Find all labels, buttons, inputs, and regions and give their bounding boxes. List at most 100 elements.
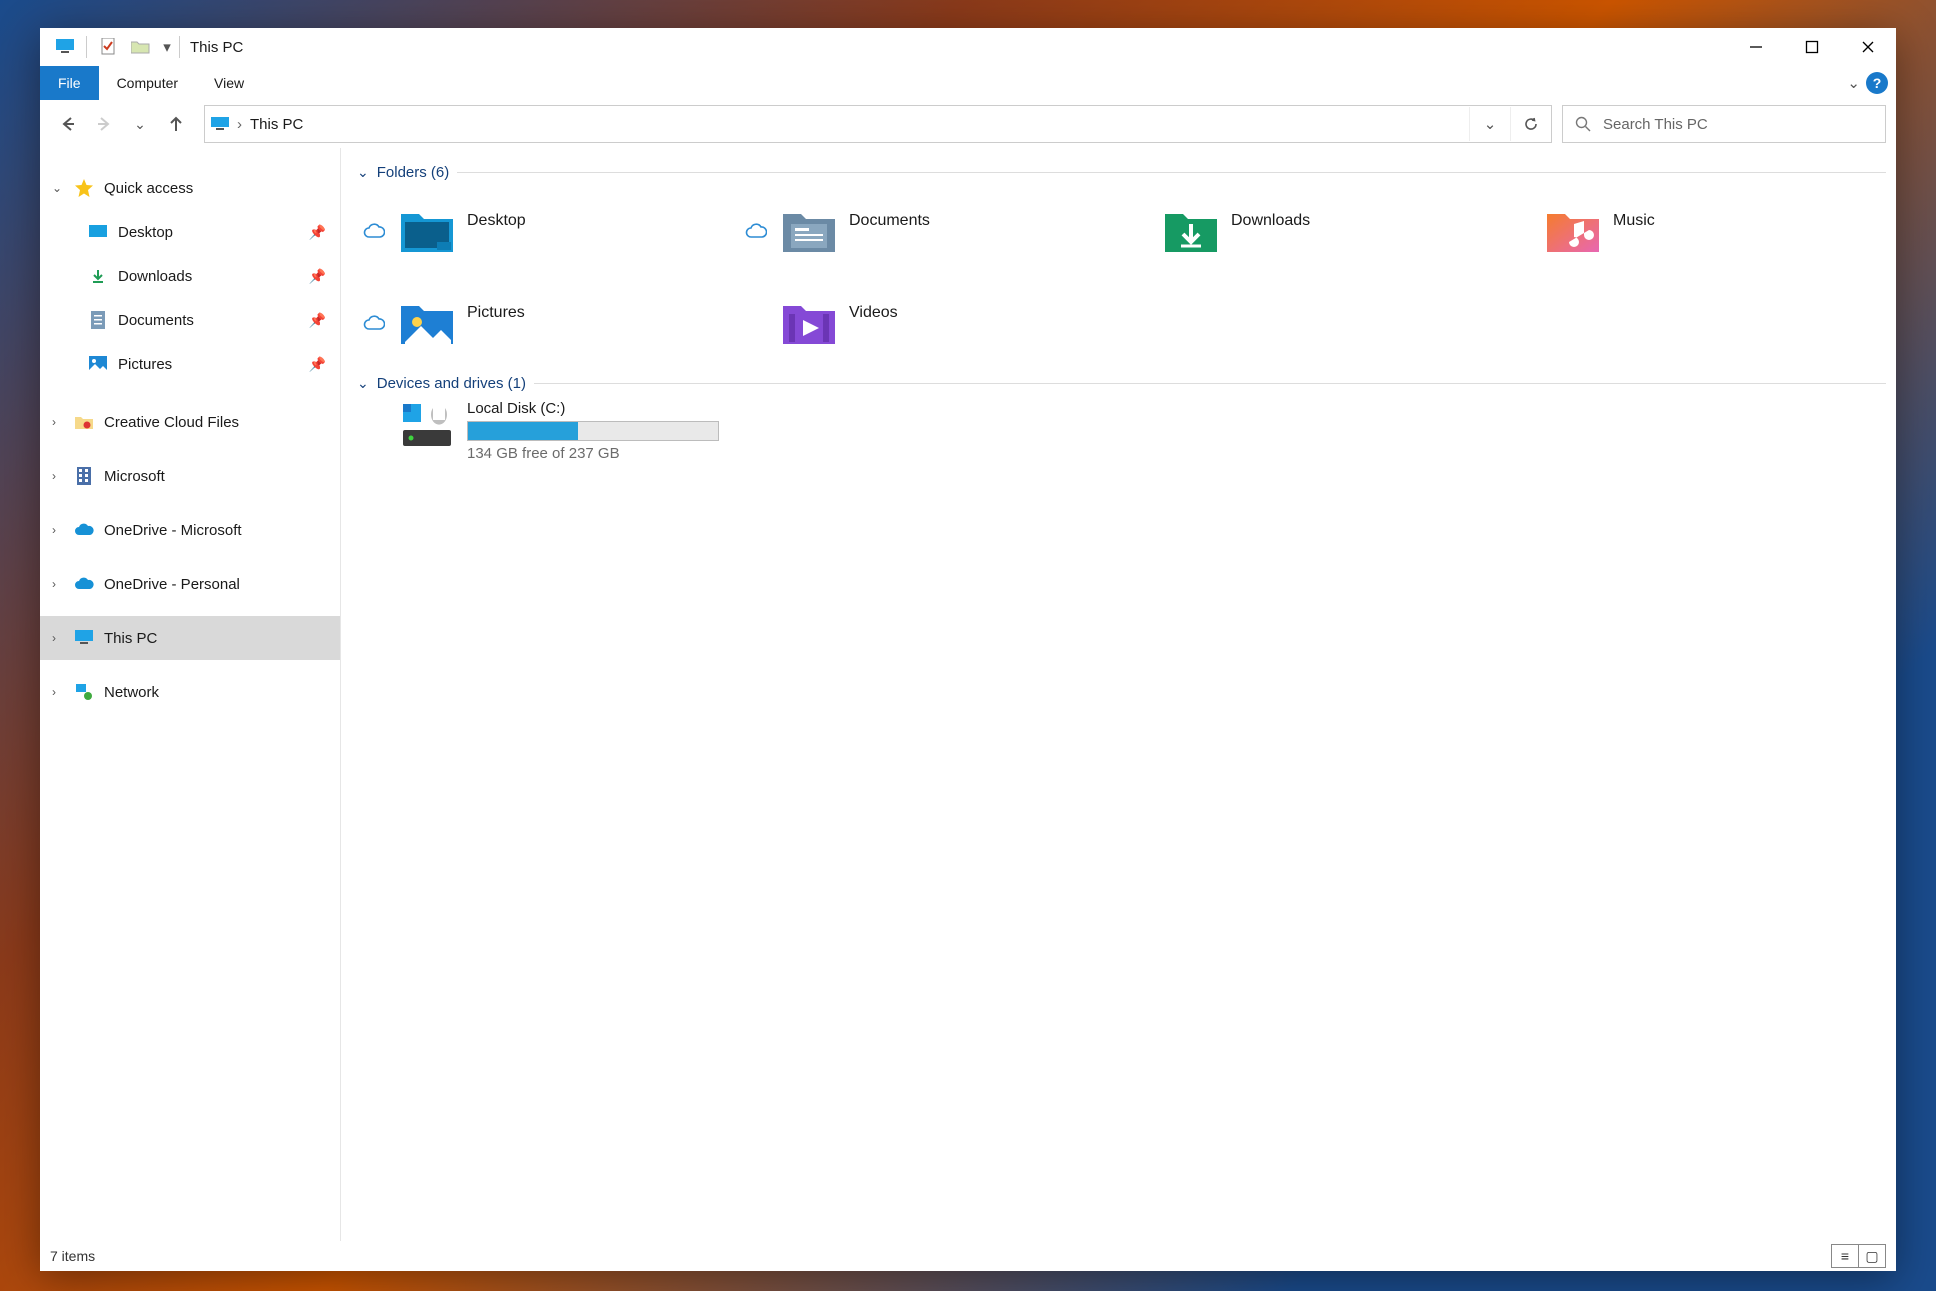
pin-icon[interactable]: 📌 (309, 268, 326, 285)
search-placeholder: Search This PC (1603, 116, 1708, 133)
picture-icon (88, 354, 108, 374)
videos-folder-icon (779, 293, 839, 353)
sidebar-item-documents[interactable]: Documents 📌 (40, 298, 340, 342)
chevron-down-icon[interactable]: ⌄ (357, 375, 369, 392)
address-bar[interactable]: › This PC ⌄ (204, 105, 1552, 143)
ribbon-collapse-icon[interactable]: ⌄ (1847, 74, 1860, 92)
tile-label: Desktop (467, 212, 526, 250)
close-button[interactable] (1840, 28, 1896, 66)
drive-usage-fill (468, 422, 578, 440)
chevron-right-icon[interactable]: › (52, 631, 68, 645)
group-header-label: Folders (6) (377, 164, 450, 181)
tile-pictures[interactable]: Pictures (357, 277, 739, 369)
view-details-button[interactable]: ≡ (1831, 1244, 1859, 1268)
sidebar-item-label: This PC (104, 630, 340, 647)
pin-icon[interactable]: 📌 (309, 224, 326, 241)
content-pane: ⌄ Folders (6) Desktop Documents (341, 148, 1896, 1241)
chevron-right-icon[interactable]: › (52, 523, 68, 537)
downloads-folder-icon (1161, 201, 1221, 261)
tab-file[interactable]: File (40, 66, 99, 100)
refresh-button[interactable] (1510, 107, 1551, 141)
chevron-down-icon[interactable]: ⌄ (357, 164, 369, 181)
sidebar-item-label: Creative Cloud Files (104, 414, 340, 431)
nav-back-button[interactable] (56, 112, 80, 136)
sidebar-item-label: OneDrive - Personal (104, 576, 340, 593)
separator (179, 36, 180, 58)
tile-documents[interactable]: Documents (739, 185, 1121, 277)
monitor-icon (74, 628, 94, 648)
breadcrumb-separator[interactable]: › (237, 116, 242, 133)
sidebar-item-label: Microsoft (104, 468, 340, 485)
folder-tiles: Desktop Documents Downloads (357, 185, 1886, 369)
minimize-button[interactable] (1728, 28, 1784, 66)
tile-local-disk[interactable]: Local Disk (C:) 134 GB free of 237 GB (357, 396, 783, 466)
documents-folder-icon (779, 201, 839, 261)
properties-icon[interactable] (91, 38, 125, 56)
tile-label: Downloads (1231, 212, 1310, 250)
star-icon (74, 178, 94, 198)
view-toggle: ≡ ▢ (1832, 1244, 1886, 1268)
document-icon (88, 310, 108, 330)
desktop-icon (88, 222, 108, 242)
tile-label: Videos (849, 304, 898, 342)
tile-videos[interactable]: Videos (739, 277, 1121, 369)
drive-usage-bar (467, 421, 719, 441)
tile-desktop[interactable]: Desktop (357, 185, 739, 277)
pin-icon[interactable]: 📌 (309, 312, 326, 329)
chevron-right-icon[interactable]: › (52, 469, 68, 483)
nav-forward-button[interactable] (92, 112, 116, 136)
sidebar-item-label: Pictures (118, 356, 303, 373)
sidebar-item-network[interactable]: › Network (40, 670, 340, 714)
maximize-button[interactable] (1784, 28, 1840, 66)
cloud-icon (74, 520, 94, 540)
chevron-right-icon[interactable]: › (52, 577, 68, 591)
help-icon[interactable]: ? (1866, 72, 1888, 94)
drive-label: Local Disk (C:) (467, 400, 719, 417)
sidebar-item-label: Desktop (118, 224, 303, 241)
title-bar: ▾ This PC (40, 28, 1896, 66)
sidebar-item-label: Documents (118, 312, 303, 329)
tab-view[interactable]: View (196, 66, 262, 100)
address-dropdown-icon[interactable]: ⌄ (1469, 107, 1510, 141)
chevron-right-icon[interactable]: › (52, 685, 68, 699)
tile-downloads[interactable]: Downloads (1121, 185, 1503, 277)
cloud-sync-icon (745, 223, 769, 239)
nav-pane: ⌄ Quick access Desktop 📌 Downloads 📌 Doc… (40, 148, 341, 1241)
group-header-folders[interactable]: ⌄ Folders (6) (357, 164, 1886, 181)
nav-history-dropdown[interactable]: ⌄ (128, 112, 152, 136)
pictures-folder-icon (397, 293, 457, 353)
drive-free-text: 134 GB free of 237 GB (467, 445, 719, 462)
explorer-window: ▾ This PC File Computer View ⌄ ? ⌄ › T (40, 28, 1896, 1271)
tile-music[interactable]: Music (1503, 185, 1885, 277)
sidebar-item-label: Downloads (118, 268, 303, 285)
building-icon (74, 466, 94, 486)
folder-dropdown-icon[interactable] (125, 39, 159, 55)
tab-computer[interactable]: Computer (99, 66, 196, 100)
chevron-right-icon[interactable]: › (52, 415, 68, 429)
nav-up-button[interactable] (164, 112, 188, 136)
view-large-button[interactable]: ▢ (1858, 1244, 1886, 1268)
cloud-icon (74, 574, 94, 594)
qat-dropdown-icon[interactable]: ▾ (159, 38, 175, 56)
sidebar-item-creative-cloud[interactable]: › Creative Cloud Files (40, 400, 340, 444)
tile-label: Music (1613, 212, 1655, 250)
sidebar-item-quick-access[interactable]: ⌄ Quick access (40, 166, 340, 210)
tile-label: Documents (849, 212, 930, 250)
sidebar-item-this-pc[interactable]: › This PC (40, 616, 340, 660)
sidebar-item-label: Network (104, 684, 340, 701)
pin-icon[interactable]: 📌 (309, 356, 326, 373)
sidebar-item-onedrive-personal[interactable]: › OneDrive - Personal (40, 562, 340, 606)
sidebar-item-pictures[interactable]: Pictures 📌 (40, 342, 340, 386)
monitor-icon (48, 39, 82, 55)
chevron-down-icon[interactable]: ⌄ (52, 181, 68, 195)
search-box[interactable]: Search This PC (1562, 105, 1886, 143)
cloud-sync-icon (363, 223, 387, 239)
sidebar-item-microsoft[interactable]: › Microsoft (40, 454, 340, 498)
group-header-drives[interactable]: ⌄ Devices and drives (1) (357, 375, 1886, 392)
group-header-label: Devices and drives (1) (377, 375, 526, 392)
sidebar-item-downloads[interactable]: Downloads 📌 (40, 254, 340, 298)
sidebar-item-onedrive-ms[interactable]: › OneDrive - Microsoft (40, 508, 340, 552)
status-item-count: 7 items (50, 1248, 95, 1264)
sidebar-item-desktop[interactable]: Desktop 📌 (40, 210, 340, 254)
breadcrumb-this-pc[interactable]: This PC (250, 116, 303, 133)
